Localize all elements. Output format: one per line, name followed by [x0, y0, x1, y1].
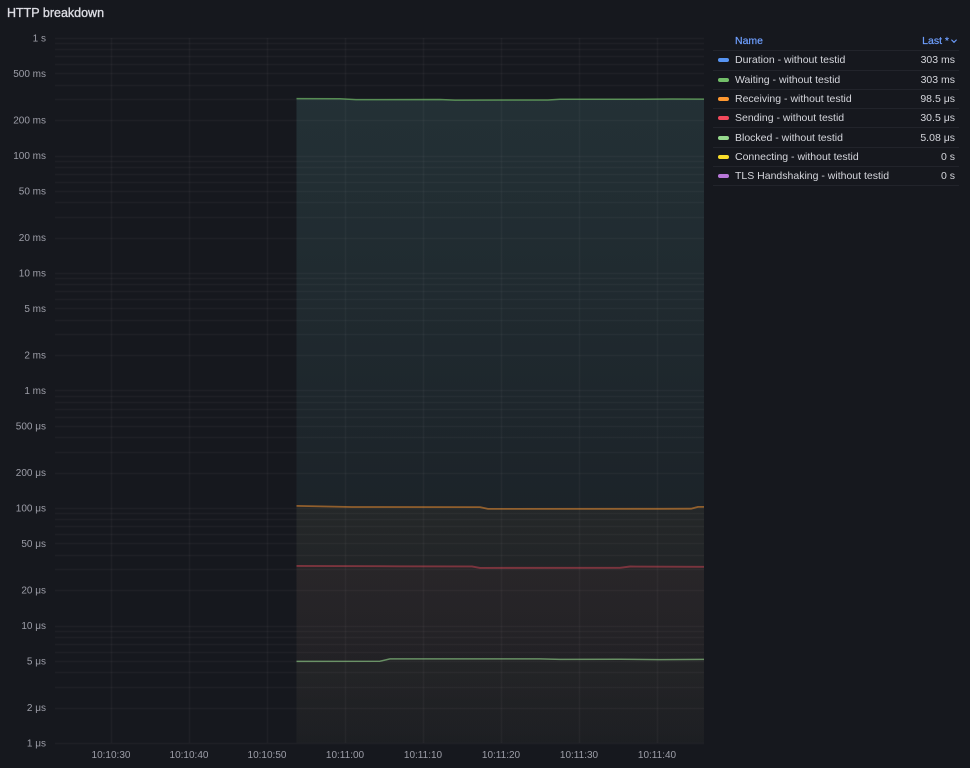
- svg-text:500 μs: 500 μs: [16, 421, 46, 432]
- svg-text:100 ms: 100 ms: [13, 151, 46, 162]
- svg-text:10:11:40: 10:11:40: [638, 750, 677, 761]
- svg-text:1 ms: 1 ms: [24, 386, 46, 397]
- svg-text:2 ms: 2 ms: [24, 351, 46, 362]
- svg-text:1 s: 1 s: [33, 34, 46, 45]
- svg-text:100 μs: 100 μs: [16, 504, 46, 515]
- svg-text:10:11:30: 10:11:30: [560, 750, 599, 761]
- svg-text:1 μs: 1 μs: [27, 739, 46, 750]
- svg-text:200 ms: 200 ms: [13, 116, 46, 127]
- svg-text:20 ms: 20 ms: [19, 233, 46, 244]
- svg-text:2 μs: 2 μs: [27, 703, 46, 714]
- svg-text:200 μs: 200 μs: [16, 468, 46, 479]
- svg-text:50 ms: 50 ms: [19, 186, 46, 197]
- svg-text:10:11:00: 10:11:00: [326, 750, 365, 761]
- svg-text:10 ms: 10 ms: [19, 269, 46, 280]
- svg-text:10:10:50: 10:10:50: [248, 750, 287, 761]
- svg-text:10:10:40: 10:10:40: [170, 750, 209, 761]
- svg-text:20 μs: 20 μs: [21, 586, 46, 597]
- svg-text:500 ms: 500 ms: [13, 69, 46, 80]
- svg-text:5 ms: 5 ms: [24, 304, 46, 315]
- svg-text:5 μs: 5 μs: [27, 656, 46, 667]
- svg-text:10:11:20: 10:11:20: [482, 750, 521, 761]
- svg-text:10:11:10: 10:11:10: [404, 750, 443, 761]
- svg-text:50 μs: 50 μs: [21, 539, 46, 550]
- svg-text:10 μs: 10 μs: [21, 621, 46, 632]
- svg-text:10:10:30: 10:10:30: [92, 750, 131, 761]
